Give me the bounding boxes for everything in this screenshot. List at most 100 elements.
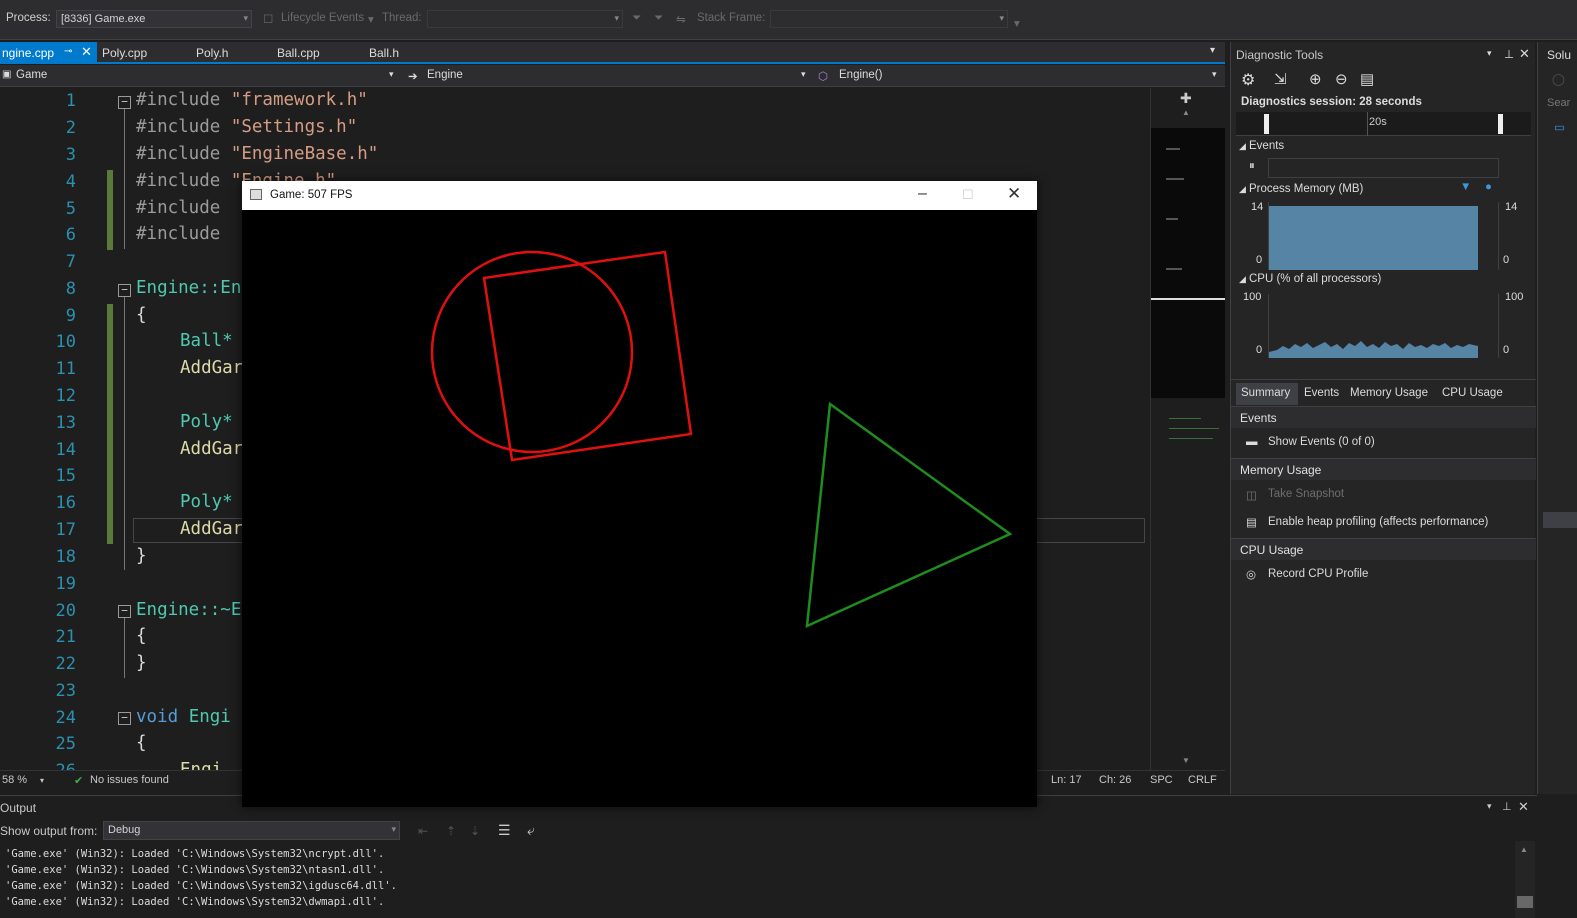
memory-chart[interactable] <box>1268 202 1499 270</box>
line-number: 17 <box>55 520 76 540</box>
export-icon[interactable]: ⇲ <box>1274 70 1287 88</box>
line-number: 14 <box>55 440 76 460</box>
chevron-down-icon[interactable]: ▾ <box>1487 48 1492 59</box>
split-icon[interactable]: ✚ <box>1180 90 1192 107</box>
record-cpu-profile-link[interactable]: Record CPU Profile <box>1268 568 1368 580</box>
close-button[interactable]: ✕ <box>1007 184 1021 204</box>
fold-guide <box>124 109 125 249</box>
close-icon[interactable]: ✕ <box>1518 799 1529 815</box>
lifecycle-events-button[interactable]: Lifecycle Events <box>281 12 364 24</box>
tab-poly-h[interactable]: Poly.h <box>196 46 228 60</box>
output-line: 'Game.exe' (Win32): Loaded 'C:\Windows\S… <box>5 848 385 860</box>
toolbar-overflow-icon[interactable]: ▾ <box>1014 16 1020 30</box>
chevron-down-icon[interactable]: ▾ <box>40 776 44 785</box>
stack-frame-icon[interactable]: ⇋ <box>676 12 686 26</box>
chevron-down-icon: ▾ <box>243 13 248 23</box>
collapse-icon[interactable]: − <box>118 605 131 618</box>
events-track[interactable] <box>1268 158 1499 178</box>
subtab-summary[interactable]: Summary <box>1241 387 1290 399</box>
pin-icon[interactable]: ⊸ <box>64 46 72 57</box>
close-icon[interactable]: ✕ <box>1519 46 1530 62</box>
stack-frame-dropdown[interactable]: ▾ <box>770 10 1008 28</box>
line-number: 6 <box>65 225 76 245</box>
lifecycle-events-icon[interactable]: ☐ <box>263 12 273 26</box>
reset-zoom-icon[interactable]: ▤ <box>1360 70 1374 88</box>
zoom-out-icon[interactable]: ⊖ <box>1335 70 1348 88</box>
cpu-axis-min: 0 <box>1256 344 1263 356</box>
line-number: 26 <box>30 761 76 770</box>
solution-search-input[interactable]: Sear <box>1547 97 1570 109</box>
pin-icon[interactable]: ⊥ <box>1504 47 1514 61</box>
output-scrollbar[interactable]: ▲ <box>1515 841 1535 918</box>
collapse-triangle-icon[interactable]: ◢ <box>1239 184 1246 195</box>
tab-engine-cpp[interactable]: ngine.cpp ⊸ ✕ <box>0 42 97 64</box>
prev-message-icon[interactable]: ⇡ <box>446 824 456 838</box>
minimap-viewport[interactable] <box>1151 128 1225 398</box>
filter-clear-icon[interactable]: ⏷ <box>654 12 663 25</box>
solution-icon[interactable]: ▭ <box>1554 120 1565 134</box>
stack-frame-label: Stack Frame: <box>697 12 766 24</box>
output-line: 'Game.exe' (Win32): Loaded 'C:\Windows\S… <box>5 864 385 876</box>
process-dropdown[interactable]: [8336] Game.exe ▾ <box>56 10 252 28</box>
subtab-events[interactable]: Events <box>1304 387 1339 399</box>
collapse-icon[interactable]: − <box>118 712 131 725</box>
zoom-in-icon[interactable]: ⊕ <box>1309 70 1322 88</box>
collapse-triangle-icon[interactable]: ◢ <box>1239 141 1246 152</box>
pin-icon[interactable]: ⊥ <box>1502 800 1512 813</box>
line-number: 10 <box>55 332 76 352</box>
game-window[interactable]: Game: 507 FPS – ☐ ✕ <box>242 181 1037 807</box>
back-icon[interactable]: ◯ <box>1552 72 1565 86</box>
next-message-icon[interactable]: ⇣ <box>470 824 480 838</box>
collapse-icon[interactable]: − <box>118 284 131 297</box>
chevron-down-icon[interactable]: ▾ <box>1487 801 1492 812</box>
whitespace-indicator: SPC <box>1150 774 1173 786</box>
find-source-icon[interactable]: ⇤ <box>418 824 428 838</box>
cpu-graph-label: CPU (% of all processors) <box>1249 273 1382 285</box>
fold-guide <box>124 297 125 570</box>
timeline-start-handle[interactable] <box>1264 114 1269 134</box>
collapse-icon[interactable]: − <box>118 96 131 109</box>
scroll-thumb[interactable] <box>1517 896 1533 908</box>
class-dropdown[interactable]: Engine <box>427 69 463 81</box>
show-events-link[interactable]: Show Events (0 of 0) <box>1268 436 1375 448</box>
column-indicator: Ch: 26 <box>1099 774 1132 786</box>
tab-overflow-icon[interactable]: ▾ <box>1210 45 1215 56</box>
show-output-label: Show output from: <box>0 824 98 838</box>
subtab-memory-usage[interactable]: Memory Usage <box>1350 387 1428 399</box>
timeline-end-handle[interactable] <box>1498 114 1503 134</box>
game-window-titlebar[interactable]: Game: 507 FPS – ☐ ✕ <box>242 181 1037 210</box>
gear-icon[interactable]: ⚙ <box>1241 70 1255 90</box>
timeline-ruler[interactable]: 20s <box>1236 112 1531 136</box>
thread-dropdown[interactable]: ▾ <box>427 10 623 28</box>
pause-icon[interactable]: ⏸ <box>1249 160 1255 173</box>
zoom-level[interactable]: 58 % <box>2 774 27 786</box>
member-dropdown[interactable]: Engine() <box>839 69 882 81</box>
subtab-cpu-usage[interactable]: CPU Usage <box>1442 387 1503 399</box>
tab-ball-cpp[interactable]: Ball.cpp <box>277 46 320 60</box>
scroll-up-icon[interactable]: ▲ <box>1520 845 1528 854</box>
enable-heap-profiling-link[interactable]: Enable heap profiling (affects performan… <box>1268 516 1488 528</box>
solution-explorer-title[interactable]: Solu <box>1547 48 1571 62</box>
project-dropdown[interactable]: Game <box>16 69 47 81</box>
scroll-down-icon[interactable]: ▼ <box>1182 756 1190 765</box>
memory-axis-min-right: 0 <box>1503 254 1510 266</box>
collapse-triangle-icon[interactable]: ◢ <box>1239 274 1246 285</box>
game-canvas[interactable] <box>242 210 1037 807</box>
scroll-up-icon[interactable]: ▲ <box>1182 108 1190 117</box>
line-number: 15 <box>55 466 76 486</box>
tab-poly-cpp[interactable]: Poly.cpp <box>102 46 147 60</box>
clear-all-icon[interactable]: ☰ <box>498 822 511 839</box>
cpu-chart[interactable] <box>1268 294 1499 358</box>
tab-ball-h[interactable]: Ball.h <box>369 46 399 60</box>
issues-status[interactable]: No issues found <box>90 774 169 786</box>
maximize-button[interactable]: ☐ <box>962 187 974 203</box>
close-icon[interactable]: ✕ <box>81 44 92 60</box>
line-number: 24 <box>55 708 76 728</box>
minimize-button[interactable]: – <box>918 185 927 203</box>
output-source-dropdown[interactable]: Debug ▾ <box>103 821 400 840</box>
word-wrap-icon[interactable]: ⤶ <box>527 822 535 839</box>
cpu-usage-area <box>1269 341 1478 358</box>
take-snapshot-link[interactable]: Take Snapshot <box>1268 488 1344 500</box>
filter-icon[interactable]: ⏷ <box>632 12 641 25</box>
minimap-scrollbar[interactable]: ✚ ▲ ▼ <box>1150 88 1225 770</box>
